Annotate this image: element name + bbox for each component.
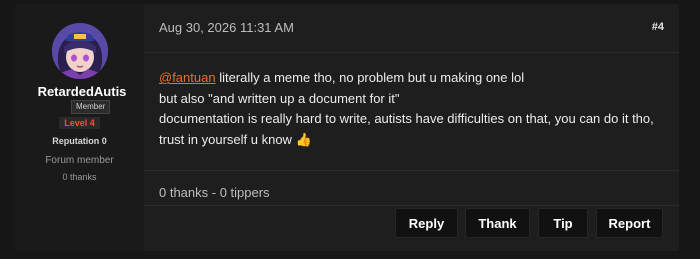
level-label: Level 4 bbox=[59, 117, 100, 129]
level-badge: Level 4 bbox=[15, 117, 144, 129]
forum-post: RetardedAutist Member Level 4 Reputation… bbox=[15, 4, 679, 251]
avatar[interactable] bbox=[52, 23, 108, 79]
content-line-3: documentation is really hard to write, a… bbox=[159, 109, 664, 150]
author-sidebar: RetardedAutist Member Level 4 Reputation… bbox=[15, 4, 144, 251]
thanks-tippers-count: 0 thanks - 0 tippers bbox=[159, 185, 270, 200]
content-line-2: but also "and written up a document for … bbox=[159, 90, 400, 106]
post-stats-bar: 0 thanks - 0 tippers bbox=[144, 170, 679, 206]
post-number-link[interactable]: #4 bbox=[652, 21, 664, 33]
content-line-1: @fantuan literally a meme tho, no proble… bbox=[159, 68, 664, 89]
reputation-label: Reputation 0 bbox=[52, 136, 107, 146]
content-line-1-text: literally a meme tho, no problem but u m… bbox=[215, 70, 525, 85]
post-header: Aug 30, 2026 11:31 AM #4 bbox=[144, 4, 679, 53]
role-label: Forum member bbox=[45, 155, 114, 166]
post-date: Aug 30, 2026 11:31 AM bbox=[159, 20, 294, 35]
thumbs-up-icon: 👍 bbox=[295, 131, 312, 147]
tip-button[interactable]: Tip bbox=[538, 208, 588, 238]
author-thanks-count: 0 thanks bbox=[62, 172, 97, 182]
reply-button[interactable]: Reply bbox=[395, 208, 458, 238]
member-badge: Member bbox=[71, 100, 111, 114]
thank-button[interactable]: Thank bbox=[465, 208, 530, 238]
avatar-image bbox=[52, 23, 108, 79]
mention-link[interactable]: @fantuan bbox=[159, 70, 216, 85]
report-button[interactable]: Report bbox=[596, 208, 663, 238]
content-line-3-text: documentation is really hard to write, a… bbox=[159, 111, 654, 147]
post-content: @fantuan literally a meme tho, no proble… bbox=[159, 68, 664, 150]
